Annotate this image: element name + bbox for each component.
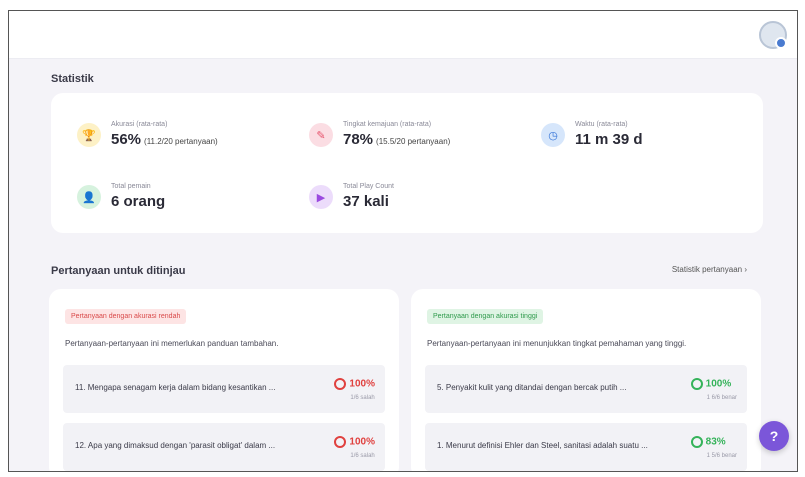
high-accuracy-tag: Pertanyaan dengan akurasi tinggi — [427, 309, 544, 324]
stat-play-count: ▶ Total Play Count 37 kali — [309, 183, 394, 211]
low-accuracy-tag: Pertanyaan dengan akurasi rendah — [65, 309, 187, 324]
question-pct: 100% — [349, 378, 375, 390]
stat-accuracy: 🏆 Akurasi (rata-rata) 56% (11.2/20 pertan… — [77, 121, 218, 149]
stat-accuracy-sub: (11.2/20 pertanyaan) — [144, 137, 218, 146]
question-text: 1. Menurut definisi Ehler dan Steel, san… — [437, 441, 648, 450]
stat-time-label: Waktu (rata-rata) — [575, 121, 628, 128]
question-text: 5. Penyakit kulit yang ditandai dengan b… — [437, 383, 627, 392]
question-stat: 100% 1 6/6 benar — [690, 375, 737, 401]
question-stat: 100% 1/6 salah — [334, 375, 375, 401]
question-text: 11. Mengapa senagam kerja dalam bidang k… — [75, 383, 276, 392]
statistics-title: Statistik — [51, 73, 94, 85]
question-row[interactable]: 12. Apa yang dimaksud dengan 'parasit ob… — [63, 423, 385, 471]
stat-progress-label: Tingkat kemajuan (rata-rata) — [343, 121, 432, 128]
ring-icon — [334, 377, 347, 390]
question-sub: 1 5/6 benar — [706, 453, 737, 459]
question-pct: 100% — [705, 378, 732, 390]
question-text: 12. Apa yang dimaksud dengan 'parasit ob… — [75, 441, 276, 450]
ring-icon — [690, 435, 703, 448]
stat-progress-sub: (15.5/20 pertanyaan) — [376, 137, 451, 146]
trophy-icon: 🏆 — [77, 123, 101, 147]
question-stat: 100% 1/6 salah — [334, 433, 375, 459]
question-sub: 1/6 salah — [350, 395, 375, 401]
stat-players-label: Total pemain — [111, 183, 151, 190]
ring-icon — [690, 377, 703, 390]
app-window: Statistik 🏆 Akurasi (rata-rata) 56% (11.2… — [8, 10, 798, 472]
question-stats-link[interactable]: Statistik pertanyaan › — [672, 265, 747, 274]
review-title: Pertanyaan untuk ditinjau — [51, 265, 186, 277]
stat-accuracy-value: 56% — [111, 131, 142, 148]
stat-accuracy-label: Akurasi (rata-rata) — [111, 121, 168, 128]
question-row[interactable]: 11. Mengapa senagam kerja dalam bidang k… — [63, 365, 385, 413]
question-pct: 100% — [349, 436, 375, 448]
question-sub: 1/6 salah — [350, 453, 375, 459]
stat-play-count-label: Total Play Count — [343, 183, 394, 190]
question-stat: 83% 1 5/6 benar — [690, 433, 737, 459]
stat-progress-value: 78% — [343, 131, 374, 148]
question-sub: 1 6/6 benar — [706, 395, 737, 401]
question-pct: 83% — [705, 436, 726, 448]
clock-icon: ◷ — [541, 123, 565, 147]
avatar[interactable] — [759, 21, 787, 49]
pencil-icon: ✎ — [309, 123, 333, 147]
stat-players: 👤 Total pemain 6 orang — [77, 183, 165, 211]
stat-play-count-value: 37 kali — [343, 193, 389, 210]
stat-time: ◷ Waktu (rata-rata) 11 m 39 d — [541, 121, 643, 149]
help-button[interactable]: ? — [759, 421, 789, 451]
play-icon: ▶ — [309, 185, 333, 209]
question-row[interactable]: 5. Penyakit kulit yang ditandai dengan b… — [425, 365, 747, 413]
low-accuracy-panel: Pertanyaan dengan akurasi rendah Pertany… — [49, 289, 399, 471]
statistics-card: 🏆 Akurasi (rata-rata) 56% (11.2/20 pertan… — [51, 93, 763, 233]
high-accuracy-panel: Pertanyaan dengan akurasi tinggi Pertany… — [411, 289, 761, 471]
stat-time-value: 11 m 39 d — [575, 131, 643, 148]
top-bar — [9, 11, 797, 59]
question-row[interactable]: 1. Menurut definisi Ehler dan Steel, san… — [425, 423, 747, 471]
person-icon: 👤 — [77, 185, 101, 209]
stat-players-value: 6 orang — [111, 193, 166, 210]
high-accuracy-desc: Pertanyaan-pertanyaan ini menunjukkan ti… — [427, 339, 687, 348]
low-accuracy-desc: Pertanyaan-pertanyaan ini memerlukan pan… — [65, 339, 279, 348]
ring-icon — [334, 435, 347, 448]
stat-progress: ✎ Tingkat kemajuan (rata-rata) 78% (15.5/… — [309, 121, 450, 149]
avatar-status-icon — [775, 37, 787, 49]
